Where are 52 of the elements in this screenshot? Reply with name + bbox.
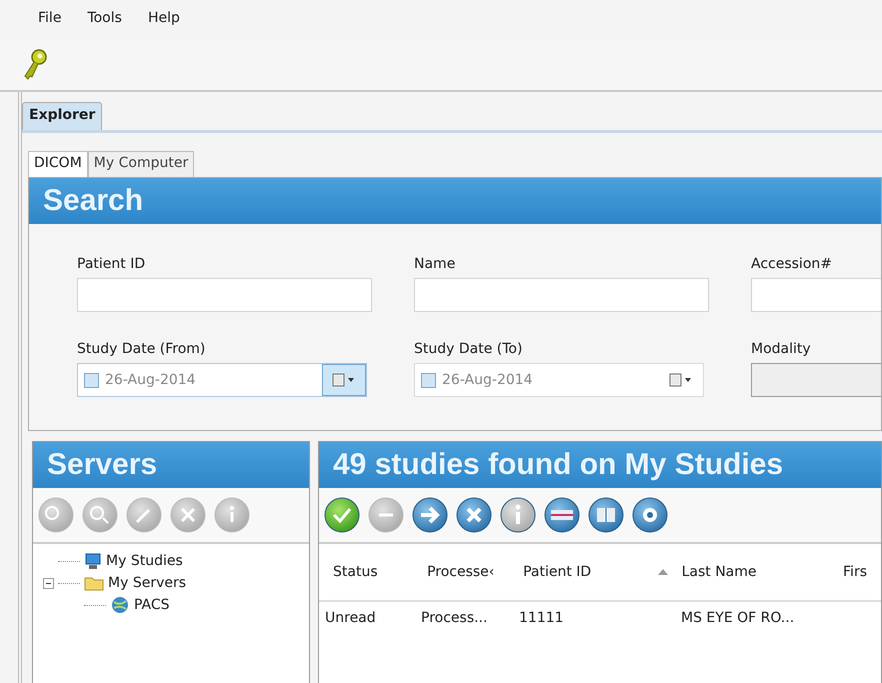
close-icon[interactable] xyxy=(455,496,493,534)
field-label: Patient ID xyxy=(77,256,146,274)
panel-title: Servers xyxy=(33,442,309,488)
tree-item[interactable]: PACS xyxy=(134,597,170,613)
field-label: Study Date (From) xyxy=(77,341,206,359)
arrow-right-icon[interactable] xyxy=(411,496,449,534)
field-label: Name xyxy=(414,256,456,274)
checkbox[interactable] xyxy=(84,372,99,388)
text-field[interactable] xyxy=(77,278,372,312)
calendar-dropdown-button[interactable] xyxy=(322,364,366,396)
calendar-icon xyxy=(669,372,693,388)
tab[interactable]: Explorer xyxy=(22,102,102,130)
date-field[interactable]: 26-Aug-2014 xyxy=(414,363,704,397)
tree-item[interactable]: My Studies xyxy=(106,553,183,569)
info-icon[interactable] xyxy=(499,496,537,534)
card-icon[interactable] xyxy=(543,496,581,534)
menu-item[interactable]: File xyxy=(38,10,62,40)
server-search-icon[interactable] xyxy=(81,496,119,534)
tab[interactable]: DICOM xyxy=(28,151,88,177)
column-header[interactable]: Firs xyxy=(843,564,881,580)
key-icon[interactable] xyxy=(22,48,48,82)
computer-icon xyxy=(84,552,102,570)
table-cell-text: Unread xyxy=(325,610,377,626)
field-label: Modality xyxy=(751,341,812,359)
globe-icon xyxy=(110,596,130,614)
field-label: Study Date (To) xyxy=(414,341,524,359)
book-icon[interactable] xyxy=(587,496,625,534)
menu-item[interactable]: Help xyxy=(148,10,180,40)
menu-item[interactable]: Tools xyxy=(87,10,122,40)
edit-icon[interactable] xyxy=(125,496,163,534)
table-cell-text: MS EYE OF RO... xyxy=(681,610,796,626)
panel-title: 49 studies found on My Studies xyxy=(319,442,881,488)
collapse-icon[interactable] xyxy=(43,578,54,588)
field-label: Accession# xyxy=(751,256,833,274)
check-icon[interactable] xyxy=(323,496,361,534)
text-field[interactable] xyxy=(414,278,709,312)
tree-item[interactable]: My Servers xyxy=(108,575,186,591)
calendar-icon xyxy=(332,372,356,388)
table-cell-text: 11111 xyxy=(519,610,565,626)
minus-icon[interactable] xyxy=(367,496,405,534)
folder-icon xyxy=(84,575,104,591)
panel-title: Search xyxy=(29,178,881,224)
column-header[interactable]: Processe‹ xyxy=(427,564,524,580)
tab[interactable]: My Computer xyxy=(88,151,194,177)
date-field[interactable]: 26-Aug-2014 xyxy=(77,363,367,397)
column-header[interactable]: Patient ID xyxy=(523,564,682,580)
delete-icon[interactable] xyxy=(169,496,207,534)
column-header[interactable]: Last Name xyxy=(682,564,844,580)
sort-icon xyxy=(658,569,668,575)
checkbox[interactable] xyxy=(421,372,436,388)
table-cell-text: Process... xyxy=(421,610,488,626)
column-header[interactable]: Status xyxy=(333,564,428,580)
